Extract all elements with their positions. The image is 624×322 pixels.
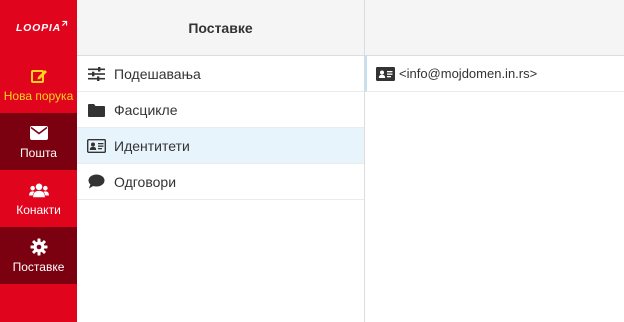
gear-icon bbox=[29, 237, 49, 257]
settings-panel: Поставке Подешавања Фасцикле Идентитети … bbox=[77, 0, 365, 322]
app-sidebar: LOOPIA Нова порука Пошта Конакти Поставк… bbox=[0, 0, 77, 322]
sliders-icon bbox=[87, 66, 106, 82]
settings-item-label: Идентитети bbox=[114, 137, 190, 154]
settings-item-preferences[interactable]: Подешавања bbox=[77, 56, 364, 92]
nav-contacts-label: Конакти bbox=[16, 203, 61, 217]
app-logo[interactable]: LOOPIA bbox=[0, 0, 77, 56]
pencil-square-icon bbox=[29, 66, 49, 86]
comment-icon bbox=[87, 174, 106, 190]
folder-icon bbox=[87, 102, 106, 118]
identity-email: <info@mojdomen.in.rs> bbox=[399, 66, 538, 81]
nav-compose-label: Нова порука bbox=[3, 89, 74, 103]
logo-mark-icon bbox=[62, 20, 68, 26]
nav-settings-label: Поставке bbox=[12, 260, 65, 274]
identities-header bbox=[365, 0, 624, 56]
users-icon bbox=[28, 180, 49, 200]
nav-settings[interactable]: Поставке bbox=[0, 227, 77, 284]
settings-item-responses[interactable]: Одговори bbox=[77, 164, 364, 200]
settings-item-folders[interactable]: Фасцикле bbox=[77, 92, 364, 128]
nav-contacts[interactable]: Конакти bbox=[0, 170, 77, 227]
id-card-icon bbox=[376, 66, 395, 81]
settings-item-label: Фасцикле bbox=[114, 101, 178, 118]
settings-header: Поставке bbox=[77, 0, 364, 56]
nav-mail-label: Пошта bbox=[20, 146, 57, 160]
logo-text: LOOPIA bbox=[15, 22, 62, 34]
nav-compose[interactable]: Нова порука bbox=[0, 56, 77, 113]
identities-panel: <info@mojdomen.in.rs> bbox=[365, 0, 624, 322]
identity-row[interactable]: <info@mojdomen.in.rs> bbox=[365, 56, 624, 92]
envelope-icon bbox=[29, 123, 49, 143]
nav-mail[interactable]: Пошта bbox=[0, 113, 77, 170]
settings-item-label: Подешавања bbox=[114, 65, 201, 82]
id-card-icon bbox=[87, 138, 106, 154]
settings-item-identities[interactable]: Идентитети bbox=[77, 128, 364, 164]
settings-item-label: Одговори bbox=[114, 173, 177, 190]
